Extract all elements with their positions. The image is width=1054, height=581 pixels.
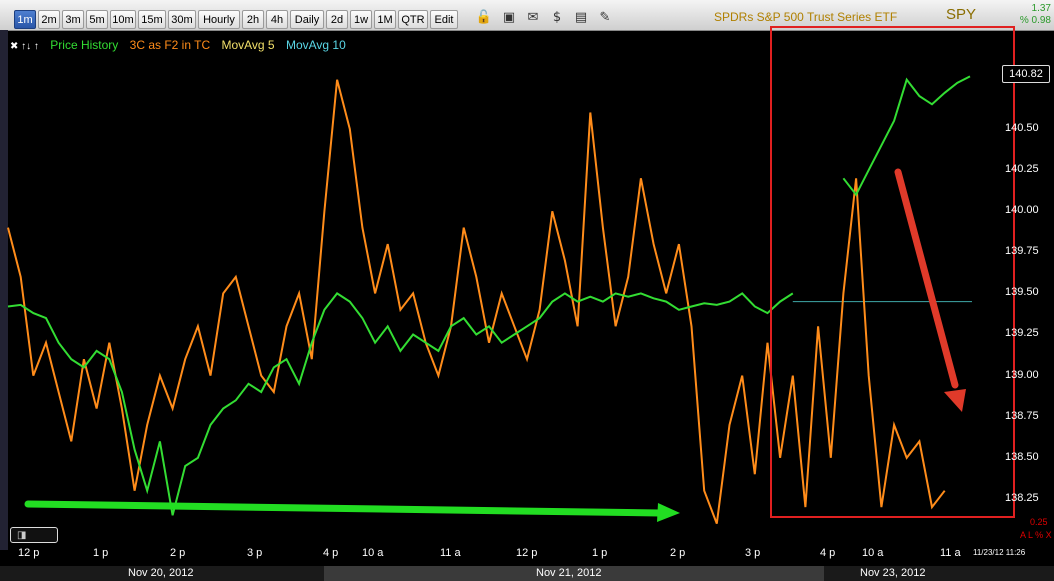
annotation-arrow-green bbox=[24, 500, 664, 517]
annotation-arrow-red bbox=[894, 168, 959, 389]
interval-button-2d[interactable]: 2d bbox=[326, 10, 348, 29]
interval-button-5m[interactable]: 5m bbox=[86, 10, 108, 29]
interval-button-qtr[interactable]: QTR bbox=[398, 10, 428, 29]
x-tick-label: 4 p bbox=[820, 547, 836, 559]
date-label: Nov 21, 2012 bbox=[536, 567, 602, 579]
interval-button-30m[interactable]: 30m bbox=[168, 10, 196, 29]
indicator-series-line bbox=[7, 79, 946, 524]
x-tick-label: 10 a bbox=[362, 547, 384, 559]
y-tick-label: 138.50 bbox=[1005, 450, 1039, 463]
annotation-rectangle bbox=[770, 26, 1015, 518]
interval-button-daily[interactable]: Daily bbox=[290, 10, 324, 29]
symbol-ticker: SPY bbox=[946, 6, 977, 23]
x-tick-label: 12 p bbox=[18, 547, 40, 559]
y-tick-label: 139.25 bbox=[1005, 327, 1039, 340]
x-tick-label: 1 p bbox=[93, 547, 109, 559]
x-tick-label: 4 p bbox=[323, 547, 339, 559]
x-tick-label: 11 a bbox=[940, 547, 961, 559]
x-tick-label: 1 p bbox=[592, 547, 608, 559]
legend-ma5[interactable]: MovAvg 5 bbox=[221, 38, 274, 52]
y-tick-label: 140.50 bbox=[1005, 121, 1039, 134]
x-tick-label: 2 p bbox=[170, 547, 186, 559]
last-price-tag: 140.82 bbox=[1002, 65, 1050, 83]
price-series-line-nov23 bbox=[842, 75, 971, 197]
x-tick-label: 2 p bbox=[670, 547, 686, 559]
y-tick-label: 138.75 bbox=[1005, 409, 1039, 422]
legend-icons: ✖ ↑↓ ↑ bbox=[10, 41, 39, 52]
y-tick-label: 139.00 bbox=[1005, 368, 1039, 381]
interval-button-2h[interactable]: 2h bbox=[242, 10, 264, 29]
left-panel-strip bbox=[0, 30, 8, 550]
y-tick-label: 139.50 bbox=[1005, 286, 1039, 299]
corner-value: 0.25 bbox=[1030, 517, 1048, 527]
interval-button-15m[interactable]: 15m bbox=[138, 10, 166, 29]
legend-ma10[interactable]: MovAvg 10 bbox=[286, 38, 346, 52]
interval-button-10m[interactable]: 10m bbox=[110, 10, 136, 29]
chart-legend: ✖ ↑↓ ↑ Price History 3C as F2 in TC MovA… bbox=[10, 38, 354, 52]
x-tick-label: 12 p bbox=[516, 547, 538, 559]
pencil-icon[interactable]: ✎ bbox=[596, 9, 614, 27]
price-series-line bbox=[7, 292, 794, 516]
x-tick-label: 11 a bbox=[440, 547, 461, 559]
legend-indicator[interactable]: 3C as F2 in TC bbox=[130, 38, 210, 52]
lock-icon[interactable]: 🔓 bbox=[475, 9, 493, 27]
corner-controls[interactable]: A L % X bbox=[1020, 530, 1052, 540]
y-tick-label: 140.25 bbox=[1005, 163, 1039, 176]
interval-button-2m[interactable]: 2m bbox=[38, 10, 60, 29]
email-icon[interactable]: ✉ bbox=[524, 9, 542, 27]
interval-button-3m[interactable]: 3m bbox=[62, 10, 84, 29]
x-tick-label: 3 p bbox=[745, 547, 761, 559]
y-tick-label: 138.25 bbox=[1005, 491, 1039, 504]
chart-scroll-handle[interactable]: ◨ bbox=[10, 527, 58, 543]
annotation-arrowhead-red bbox=[944, 389, 966, 412]
annotation-arrowhead-green bbox=[657, 503, 680, 522]
interval-button-hourly[interactable]: Hourly bbox=[198, 10, 240, 29]
legend-price[interactable]: Price History bbox=[50, 38, 118, 52]
change-pct: % 0.98 bbox=[1019, 15, 1051, 26]
date-label: Nov 20, 2012 bbox=[128, 567, 194, 579]
symbol-title: SPDRs S&P 500 Trust Series ETF bbox=[714, 10, 898, 24]
interval-button-edit[interactable]: Edit bbox=[430, 10, 458, 29]
save-icon[interactable]: ▣ bbox=[500, 9, 518, 27]
dollar-icon[interactable]: $ bbox=[548, 9, 566, 27]
timestamp: 11/23/12 11:26 bbox=[973, 548, 1026, 557]
y-tick-label: 140.00 bbox=[1005, 204, 1039, 217]
price-chart[interactable] bbox=[0, 0, 1054, 581]
y-tick-label: 139.75 bbox=[1005, 245, 1039, 258]
x-tick-label: 10 a bbox=[862, 547, 884, 559]
date-label: Nov 23, 2012 bbox=[860, 567, 926, 579]
change-readout: 1.37 % 0.98 bbox=[1020, 3, 1051, 27]
interval-button-1m[interactable]: 1m bbox=[14, 10, 36, 29]
interval-button-1w[interactable]: 1w bbox=[350, 10, 372, 29]
interval-button-1m[interactable]: 1M bbox=[374, 10, 396, 29]
x-tick-label: 3 p bbox=[247, 547, 263, 559]
grip-icon: ◨ bbox=[17, 530, 27, 541]
change-abs: 1.37 bbox=[1031, 3, 1051, 14]
interval-button-4h[interactable]: 4h bbox=[266, 10, 288, 29]
table-icon[interactable]: ▤ bbox=[572, 9, 590, 27]
